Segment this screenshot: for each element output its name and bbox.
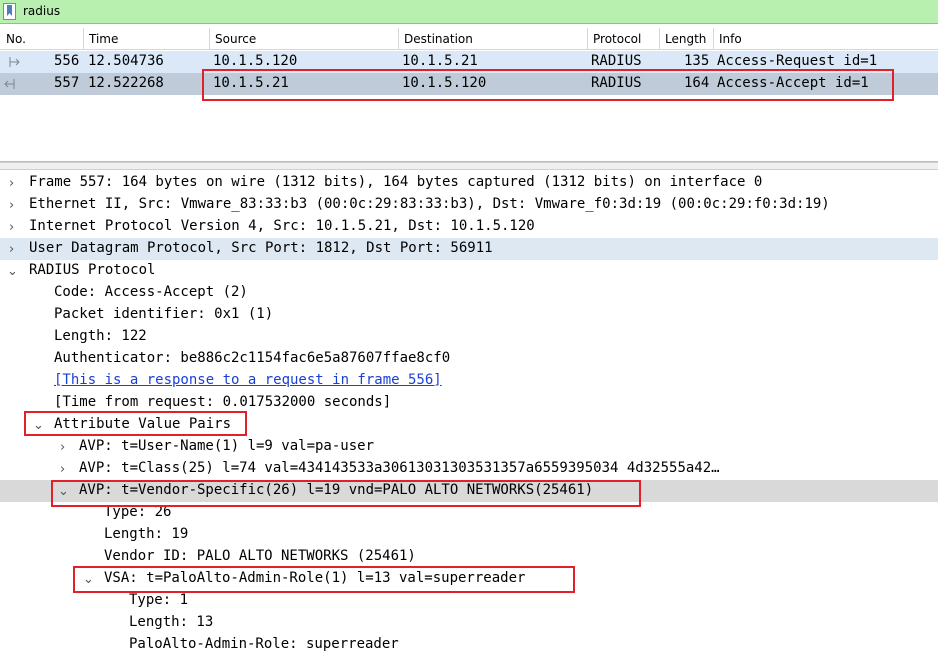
packet-no: 556: [54, 53, 80, 69]
tree-item-vsa-role[interactable]: PaloAlto-Admin-Role: superreader: [0, 634, 938, 656]
chevron-right-icon[interactable]: ›: [9, 176, 14, 191]
column-length[interactable]: Length: [665, 32, 706, 46]
tree-item-code[interactable]: Code: Access-Accept (2): [0, 282, 938, 304]
packet-protocol: RADIUS: [591, 53, 642, 69]
tree-item-vendor-type[interactable]: Type: 26: [0, 502, 938, 524]
tree-item-attribute-value-pairs[interactable]: ⌄ Attribute Value Pairs: [0, 414, 938, 436]
column-time[interactable]: Time: [89, 32, 118, 46]
packet-destination: 10.1.5.120: [402, 75, 487, 91]
column-source[interactable]: Source: [215, 32, 256, 46]
chevron-down-icon[interactable]: ⌄: [58, 484, 69, 499]
tree-item-length[interactable]: Length: 122: [0, 326, 938, 348]
tree-item-vsa-length[interactable]: Length: 13: [0, 612, 938, 634]
tree-item-radius[interactable]: ⌄ RADIUS Protocol: [0, 260, 938, 282]
tree-item-vsa[interactable]: ⌄ VSA: t=PaloAlto-Admin-Role(1) l=13 val…: [0, 568, 938, 590]
tree-item-vendor-length[interactable]: Length: 19: [0, 524, 938, 546]
chevron-down-icon[interactable]: ⌄: [83, 572, 94, 587]
response-in-frame-link[interactable]: [This is a response to a request in fram…: [54, 372, 442, 388]
packet-time: 12.522268: [88, 75, 164, 91]
request-arrow-icon: [9, 57, 20, 67]
chevron-right-icon[interactable]: ›: [9, 198, 14, 213]
chevron-right-icon[interactable]: ›: [60, 462, 65, 477]
pane-splitter[interactable]: [0, 162, 938, 170]
display-filter-bar[interactable]: radius: [0, 0, 938, 24]
response-arrow-icon: [4, 79, 15, 89]
packet-row-selected[interactable]: 557 12.522268 10.1.5.21 10.1.5.120 RADIU…: [0, 73, 938, 95]
tree-item-time-from-request[interactable]: [Time from request: 0.017532000 seconds]: [0, 392, 938, 414]
tree-item-avp-class[interactable]: › AVP: t=Class(25) l=74 val=434143533a30…: [0, 458, 938, 480]
tree-item-vendor-id[interactable]: Vendor ID: PALO ALTO NETWORKS (25461): [0, 546, 938, 568]
chevron-down-icon[interactable]: ⌄: [7, 264, 18, 279]
packet-list-empty-area: [0, 95, 938, 162]
packet-info: Access-Accept id=1: [717, 75, 869, 91]
bookmark-icon[interactable]: [3, 3, 16, 20]
packet-no: 557: [54, 75, 80, 91]
tree-item-authenticator[interactable]: Authenticator: be886c2c1154fac6e5a87607f…: [0, 348, 938, 370]
tree-item-vsa-type[interactable]: Type: 1: [0, 590, 938, 612]
packet-list-header: No. Time Source Destination Protocol Len…: [0, 28, 938, 50]
tree-item-ethernet[interactable]: › Ethernet II, Src: Vmware_83:33:b3 (00:…: [0, 194, 938, 216]
column-info[interactable]: Info: [719, 32, 742, 46]
packet-destination: 10.1.5.21: [402, 53, 478, 69]
column-protocol[interactable]: Protocol: [593, 32, 641, 46]
tree-item-frame[interactable]: › Frame 557: 164 bytes on wire (1312 bit…: [0, 172, 938, 194]
chevron-right-icon[interactable]: ›: [9, 220, 14, 235]
display-filter-input[interactable]: radius: [23, 4, 60, 18]
tree-item-avp-username[interactable]: › AVP: t=User-Name(1) l=9 val=pa-user: [0, 436, 938, 458]
tree-item-packet-identifier[interactable]: Packet identifier: 0x1 (1): [0, 304, 938, 326]
column-destination[interactable]: Destination: [404, 32, 473, 46]
tree-item-response-link[interactable]: [This is a response to a request in fram…: [0, 370, 938, 392]
tree-item-ip[interactable]: › Internet Protocol Version 4, Src: 10.1…: [0, 216, 938, 238]
packet-length: 164: [684, 75, 710, 91]
chevron-right-icon[interactable]: ›: [60, 440, 65, 455]
column-no[interactable]: No.: [6, 32, 26, 46]
packet-length: 135: [684, 53, 710, 69]
chevron-right-icon[interactable]: ›: [9, 242, 14, 257]
tree-item-avp-vendor-specific[interactable]: ⌄ AVP: t=Vendor-Specific(26) l=19 vnd=PA…: [0, 480, 938, 502]
packet-source: 10.1.5.21: [213, 75, 289, 91]
chevron-down-icon[interactable]: ⌄: [33, 418, 44, 433]
packet-protocol: RADIUS: [591, 75, 642, 91]
packet-time: 12.504736: [88, 53, 164, 69]
packet-info: Access-Request id=1: [717, 53, 878, 69]
packet-row[interactable]: 556 12.504736 10.1.5.120 10.1.5.21 RADIU…: [0, 51, 938, 73]
tree-item-udp[interactable]: › User Datagram Protocol, Src Port: 1812…: [0, 238, 938, 260]
packet-source: 10.1.5.120: [213, 53, 298, 69]
